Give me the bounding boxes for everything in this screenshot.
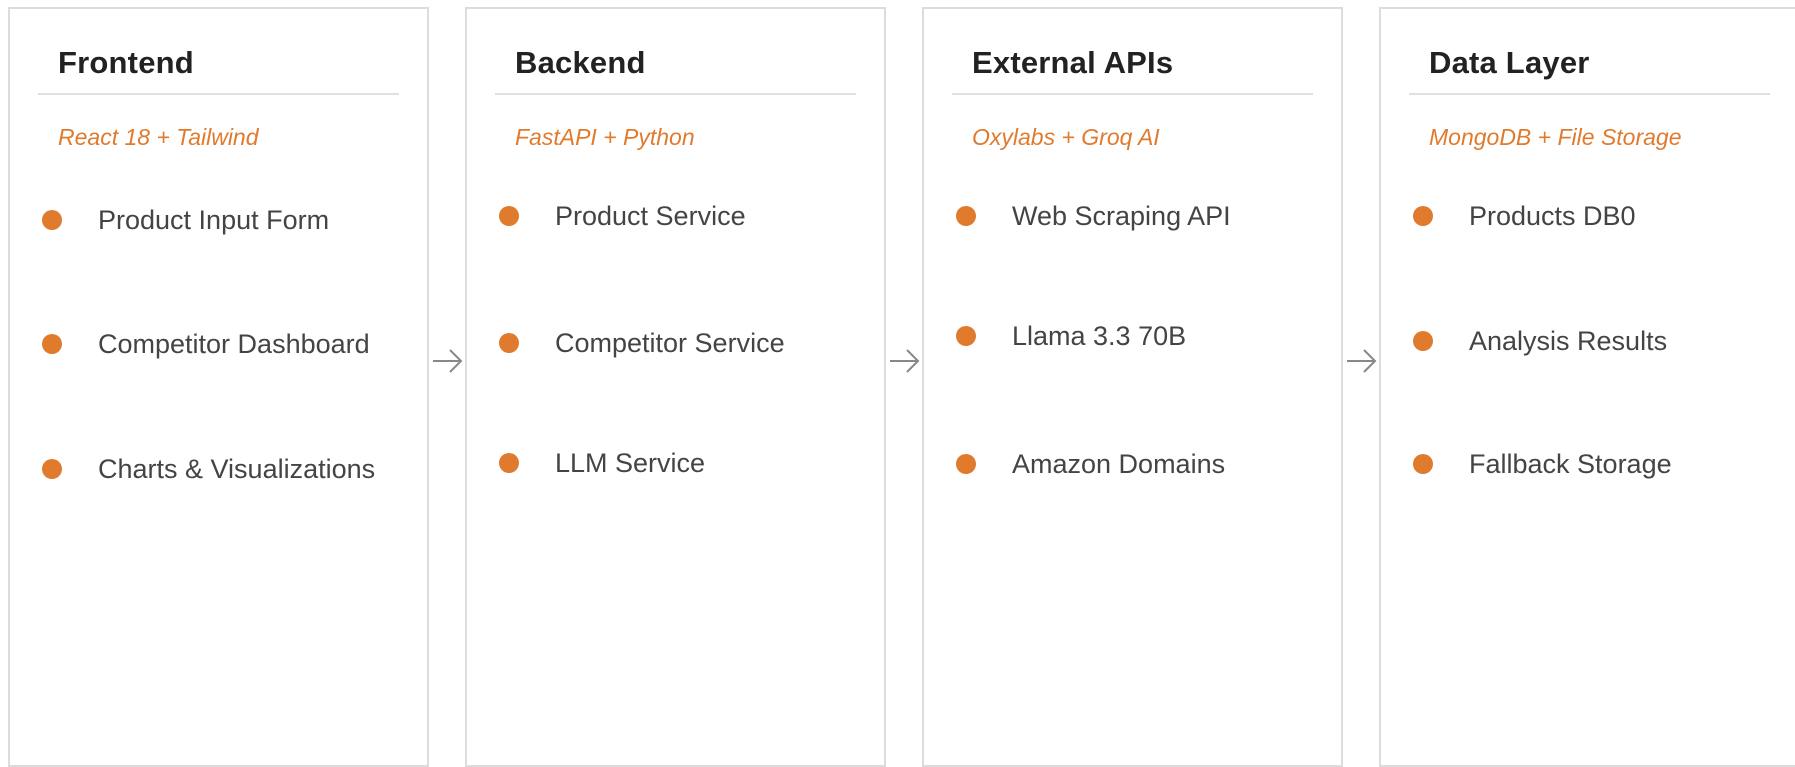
item-label: Competitor Dashboard xyxy=(98,329,370,359)
bullet-icon xyxy=(42,334,62,354)
panel-title: Frontend xyxy=(58,45,194,80)
bullet-icon xyxy=(499,453,519,473)
right-arrow-icon xyxy=(1347,349,1377,373)
item-label: Charts & Visualizations xyxy=(98,454,376,484)
item-label: Products DB0 xyxy=(1469,201,1636,231)
frontend-panel: Frontend React 18 + Tailwind Product Inp… xyxy=(8,7,429,767)
panel-subtitle: MongoDB + File Storage xyxy=(1429,124,1682,150)
bullet-icon xyxy=(1413,206,1433,226)
divider xyxy=(495,93,856,95)
panel-subtitle: React 18 + Tailwind xyxy=(58,124,259,150)
divider xyxy=(952,93,1313,95)
right-arrow-icon xyxy=(433,349,463,373)
bullet-icon xyxy=(1413,454,1433,474)
item-label: Amazon Domains xyxy=(1012,449,1226,479)
item-label: Fallback Storage xyxy=(1469,449,1672,479)
external-apis-panel: External APIs Oxylabs + Groq AI Web Scra… xyxy=(922,7,1343,767)
bullet-icon xyxy=(499,333,519,353)
item-label: Web Scraping API xyxy=(1012,201,1231,231)
bullet-icon xyxy=(956,326,976,346)
divider xyxy=(38,93,399,95)
backend-panel: Backend FastAPI + Python Product Service… xyxy=(465,7,886,767)
bullet-icon xyxy=(956,206,976,226)
panel-subtitle: Oxylabs + Groq AI xyxy=(972,124,1160,150)
panel-title: Backend xyxy=(515,45,646,80)
bullet-icon xyxy=(42,210,62,230)
bullet-icon xyxy=(1413,331,1433,351)
data-layer-panel: Data Layer MongoDB + File Storage Produc… xyxy=(1379,7,1795,767)
item-label: Product Service xyxy=(555,201,746,231)
right-arrow-icon xyxy=(890,349,920,373)
bullet-icon xyxy=(42,459,62,479)
item-label: Product Input Form xyxy=(98,205,330,235)
item-label: LLM Service xyxy=(555,448,706,478)
divider xyxy=(1409,93,1770,95)
panel-title: Data Layer xyxy=(1429,45,1590,80)
bullet-icon xyxy=(499,206,519,226)
bullet-icon xyxy=(956,454,976,474)
item-label: Llama 3.3 70B xyxy=(1012,321,1187,351)
item-label: Analysis Results xyxy=(1469,326,1668,356)
panel-subtitle: FastAPI + Python xyxy=(515,124,695,150)
item-label: Competitor Service xyxy=(555,328,785,358)
panel-title: External APIs xyxy=(972,45,1174,80)
